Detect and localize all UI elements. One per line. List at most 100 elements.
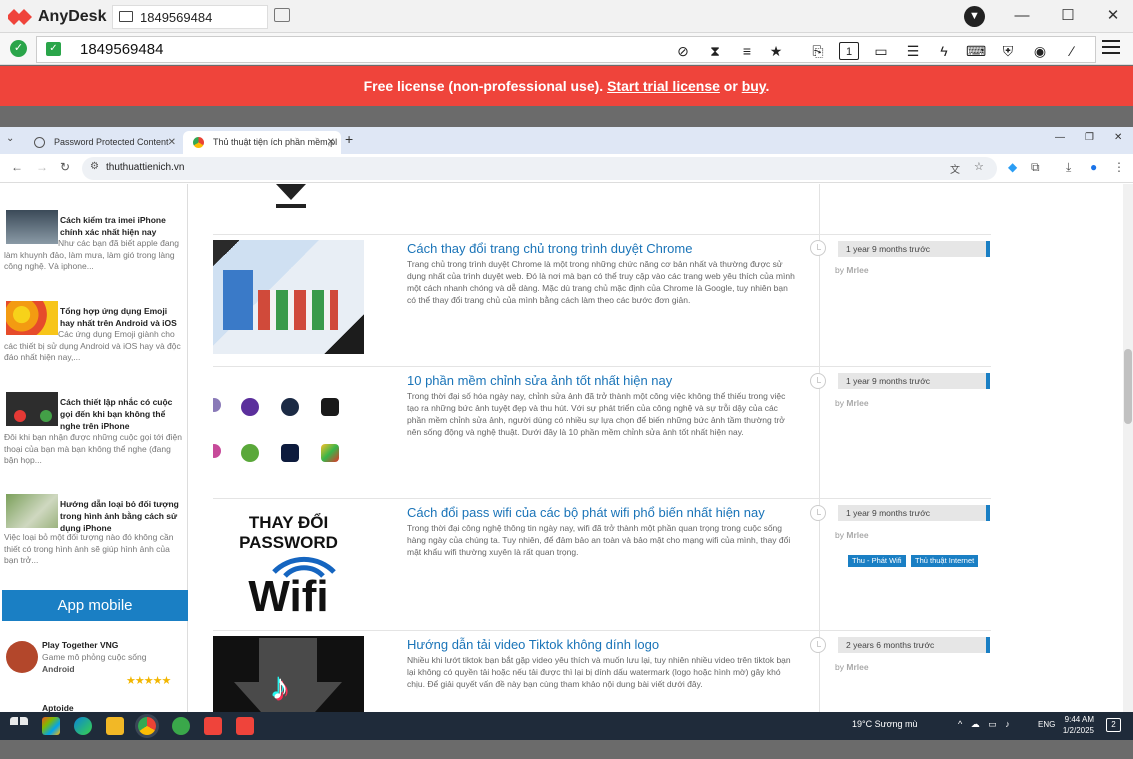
sidebar-item-title[interactable]: Tổng hợp ứng dụng Emoji hay nhất trên An…	[60, 305, 184, 329]
tray-icons[interactable]: ^ ☁ ▭ ♪	[958, 719, 1013, 730]
pen-icon[interactable]: ∕	[1062, 42, 1082, 60]
file-explorer-icon[interactable]	[106, 717, 124, 735]
chrome-icon[interactable]	[138, 717, 156, 735]
extension-icon[interactable]: ◆	[1008, 160, 1017, 174]
menu-icon[interactable]	[1102, 40, 1120, 56]
address-field[interactable]: ✓ 1849569484 ⊘ ⧗ ≡ ★ ⎘ 1 ▭ ☰ ϟ ⌨ ⛨ ◉ ∕	[36, 36, 1096, 63]
article-thumbnail[interactable]	[6, 494, 58, 528]
copilot-icon[interactable]	[42, 717, 60, 735]
notification-icon[interactable]: 2	[1106, 718, 1121, 732]
web-page[interactable]: Cách kiểm tra imei iPhone chính xác nhất…	[0, 184, 1123, 712]
article-thumbnail[interactable]	[6, 392, 58, 426]
tab-label: Password Protected Content	[54, 137, 169, 147]
lightning-icon[interactable]: ϟ	[934, 42, 954, 60]
clock[interactable]: 9:44 AM 1/2/2025	[1062, 714, 1094, 736]
site-info-icon[interactable]: ⚙	[90, 161, 99, 172]
thumb-icons	[258, 290, 338, 330]
download-icon[interactable]: ⤓	[1066, 160, 1071, 175]
edge-icon[interactable]	[74, 717, 92, 735]
hourglass-icon[interactable]: ⧗	[705, 42, 725, 60]
weather-widget[interactable]: 19°C Sương mù	[852, 719, 918, 729]
article-title[interactable]: 10 phần mềm chỉnh sửa ảnh tốt nhất hiện …	[407, 373, 672, 388]
article-thumbnail[interactable]	[213, 240, 364, 354]
app-icon	[321, 398, 339, 416]
sidebar-item-title[interactable]: Cách thiết lập nhắc có cuộc gọi đến khi …	[60, 396, 184, 432]
session-tab[interactable]: 1849569484	[112, 5, 268, 29]
app-icon[interactable]	[172, 717, 190, 735]
database-icon[interactable]: ≡	[737, 42, 757, 60]
chrome-close-button[interactable]: ✕	[1114, 132, 1122, 143]
tag-wifi[interactable]: Thu - Phát Wifi	[848, 555, 906, 567]
anydesk-icon[interactable]	[204, 717, 222, 735]
app-title[interactable]: Play Together VNG	[42, 640, 118, 650]
shield-icon[interactable]: ⛨	[998, 42, 1018, 60]
article-title[interactable]: Cách thay đổi trang chủ trong trình duyệ…	[407, 241, 692, 256]
article-thumbnail[interactable]: ♪	[213, 636, 364, 712]
download-arrow-icon	[276, 184, 306, 210]
buy-link[interactable]: buy	[742, 78, 766, 94]
windows-start-icon[interactable]	[10, 717, 28, 735]
language-indicator[interactable]: ENG	[1038, 720, 1055, 729]
extensions-puzzle-icon[interactable]: ⧉	[1031, 160, 1040, 175]
anydesk-address-bar: ✓ ✓ 1849569484 ⊘ ⧗ ≡ ★ ⎘ 1 ▭ ☰ ϟ ⌨ ⛨ ◉ ∕	[0, 33, 1133, 65]
app-icon	[281, 398, 299, 416]
tab-thuthuattienich[interactable]: Thủ thuật tiện ích phần mềm,pl ✕	[183, 131, 341, 154]
sidebar-item-desc: Việc loại bỏ một đối tượng nào đó không …	[4, 532, 184, 567]
author-name[interactable]: Mrlee	[846, 530, 868, 540]
app-title[interactable]: Aptoide	[42, 703, 74, 712]
author-name[interactable]: Mrlee	[846, 398, 868, 408]
article-thumbnail[interactable]: THAY ĐỔI PASSWORD Wifi	[213, 504, 364, 618]
new-tab-button[interactable]: +	[345, 131, 353, 147]
article-title[interactable]: Cách đổi pass wifi của các bộ phát wifi …	[407, 505, 765, 520]
tab-password-protected[interactable]: Password Protected Content ✕	[24, 131, 182, 154]
article-title[interactable]: Hướng dẫn tải video Tiktok không dính lo…	[407, 637, 659, 652]
chrome-restore-button[interactable]: ❐	[1085, 132, 1094, 143]
article-thumbnail[interactable]	[213, 372, 364, 486]
start-trial-link[interactable]: Start trial license	[607, 78, 720, 94]
article-author: by Mrlee	[835, 398, 869, 408]
sidebar-item-title[interactable]: Hướng dẫn loại bỏ đối tượng trong hình ả…	[60, 498, 184, 534]
chat-icon[interactable]: ☰	[903, 42, 923, 60]
file-transfer-icon[interactable]: ⎘	[808, 42, 828, 60]
article-author: by Mrlee	[835, 662, 869, 672]
author-name[interactable]: Mrlee	[846, 265, 868, 275]
close-button[interactable]: ✕	[1103, 7, 1123, 25]
new-session-icon[interactable]	[274, 8, 290, 22]
monitor-1-icon[interactable]: 1	[839, 42, 859, 60]
privacy-icon[interactable]: ⊘	[673, 42, 693, 60]
scrollbar-thumb[interactable]	[1124, 349, 1132, 424]
session-tab-label: 1849569484	[140, 10, 213, 25]
sidebar-item-title[interactable]: Cách kiểm tra imei iPhone chính xác nhất…	[60, 214, 184, 238]
star-icon[interactable]: ★	[766, 42, 786, 60]
tag-internet[interactable]: Thủ thuật Internet	[911, 555, 979, 567]
keyboard-icon[interactable]: ⌨	[966, 42, 986, 60]
translate-icon[interactable]: 文	[950, 161, 960, 176]
profile-icon[interactable]: ●	[1090, 160, 1097, 174]
license-text: Free license (non-professional use).	[363, 78, 604, 94]
download-icon[interactable]: ▼	[964, 6, 985, 27]
forward-icon[interactable]: →	[36, 160, 48, 174]
chrome-toolbar: ← → ↻ ⚙ thuthuattienich.vn 文 ☆ ◆ ⧉ ⤓ ● ⋮	[0, 154, 1133, 183]
windows-taskbar: 19°C Sương mù ^ ☁ ▭ ♪ ENG 9:44 AM 1/2/20…	[0, 712, 1133, 740]
anydesk-icon[interactable]	[236, 717, 254, 735]
url-bar[interactable]: ⚙ thuthuattienich.vn 文 ☆	[82, 157, 997, 180]
close-tab-icon[interactable]: ✕	[327, 131, 335, 154]
minimize-button[interactable]: —	[1012, 7, 1032, 25]
display-icon[interactable]: ▭	[871, 42, 891, 60]
record-icon[interactable]: ◉	[1030, 42, 1050, 60]
back-icon[interactable]: ←	[11, 160, 23, 174]
app-thumbnail[interactable]	[6, 641, 38, 673]
author-name[interactable]: Mrlee	[846, 662, 868, 672]
reload-icon[interactable]: ↻	[60, 160, 70, 174]
chrome-minimize-button[interactable]: —	[1055, 132, 1065, 143]
sidebar-item-desc-text: Việc loại bỏ một đối tượng nào đó không …	[4, 532, 174, 565]
chrome-tab-strip: ⌄ Password Protected Content ✕ Thủ thuật…	[0, 127, 1133, 154]
maximize-button[interactable]: ☐	[1058, 7, 1078, 25]
article-date: 2 years 6 months trước	[838, 637, 990, 653]
bookmark-star-icon[interactable]: ☆	[974, 160, 984, 173]
tab-search-icon[interactable]: ⌄	[6, 133, 14, 144]
chrome-menu-icon[interactable]: ⋮	[1113, 160, 1125, 174]
remote-screen[interactable]: ⌄ Password Protected Content ✕ Thủ thuật…	[0, 127, 1133, 740]
page-scrollbar[interactable]	[1123, 184, 1133, 712]
close-tab-icon[interactable]: ✕	[168, 131, 176, 154]
